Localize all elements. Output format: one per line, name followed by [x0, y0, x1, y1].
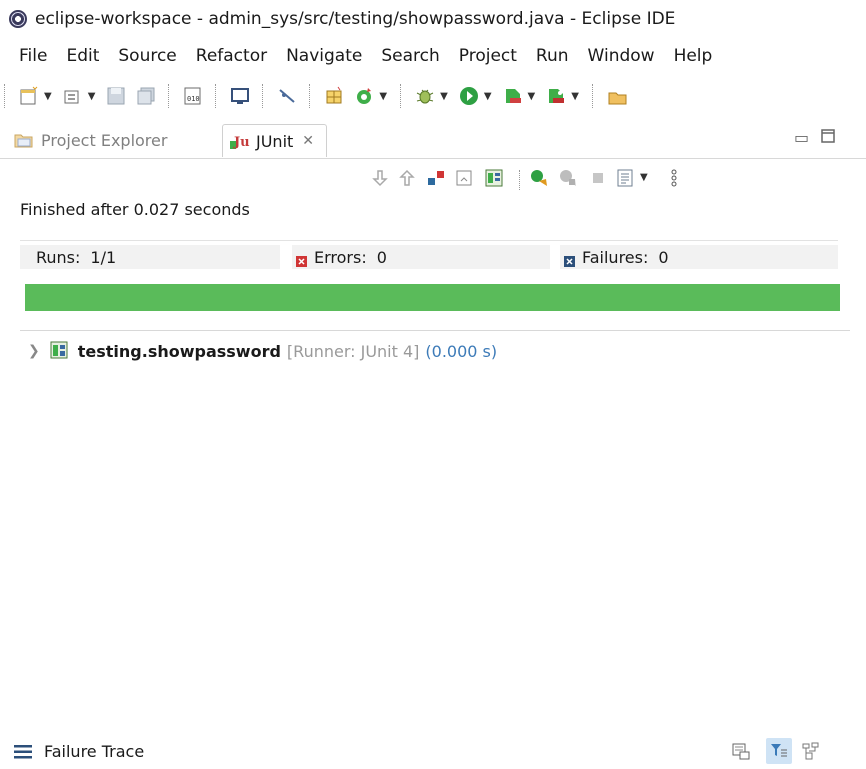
runs-label: Runs: [36, 247, 81, 267]
new-package-icon[interactable] [60, 83, 86, 109]
main-toolbar: ▼ ▼ 010 ▼ ▼ ▼ ▼ ▼ [0, 74, 866, 118]
tab-junit[interactable]: Ju JUnit ✕ [222, 124, 328, 157]
previous-failure-icon[interactable] [395, 166, 419, 190]
refresh-dropdown-icon[interactable]: ▼ [379, 91, 387, 102]
new-class-icon[interactable] [321, 83, 347, 109]
error-icon [296, 252, 307, 267]
title-bar: eclipse-workspace - admin_sys/src/testin… [0, 0, 866, 38]
toggle-breakpoint-icon[interactable] [274, 83, 300, 109]
svg-text:010: 010 [187, 95, 200, 103]
view-toolbar-separator [519, 170, 522, 190]
history-icon[interactable] [613, 166, 637, 190]
menu-project[interactable]: Project [459, 46, 517, 66]
new-wizard-dropdown-icon[interactable]: ▼ [44, 91, 52, 102]
open-type-icon[interactable]: 010 [180, 83, 206, 109]
menu-help[interactable]: Help [674, 46, 713, 66]
toolbar-separator [591, 84, 595, 108]
debug-dropdown-icon[interactable]: ▼ [440, 91, 448, 102]
expand-chevron-icon[interactable]: ❯ [28, 343, 40, 359]
failures-counter: Failures: 0 [560, 245, 838, 269]
failures-label: Failures: [582, 247, 649, 267]
window-title: eclipse-workspace - admin_sys/src/testin… [35, 9, 676, 29]
compare-results-icon[interactable] [728, 738, 754, 764]
menu-run[interactable]: Run [536, 46, 569, 66]
tab-project-explorer[interactable]: Project Explorer [14, 124, 167, 156]
new-wizard-icon[interactable] [16, 83, 42, 109]
eclipse-logo-icon [9, 10, 27, 28]
run-dropdown-icon[interactable]: ▼ [484, 91, 492, 102]
toolbar-separator [309, 84, 312, 108]
coverage-dropdown-icon[interactable]: ▼ [571, 91, 579, 102]
test-suite-row[interactable]: ❯ testing.showpassword [Runner: JUnit 4]… [28, 338, 497, 364]
failure-trace-icon [14, 744, 32, 759]
toolbar-separator [262, 84, 265, 108]
external-tools-icon[interactable] [500, 83, 526, 109]
results-divider [20, 330, 850, 331]
test-suite-icon [50, 341, 68, 359]
minimize-icon[interactable]: ▭ [794, 128, 809, 147]
new-package-dropdown-icon[interactable]: ▼ [88, 91, 96, 102]
tab-project-explorer-label: Project Explorer [41, 130, 168, 150]
failures-value: 0 [658, 247, 669, 267]
filter-stack-trace-icon[interactable] [766, 738, 792, 764]
console-icon[interactable] [227, 83, 253, 109]
junit-icon: Ju [230, 135, 250, 150]
next-failure-icon[interactable] [368, 166, 392, 190]
test-progress-fill [25, 284, 840, 311]
view-tab-strip: Project Explorer Ju JUnit ✕ [0, 120, 866, 159]
project-explorer-icon [14, 134, 33, 148]
menu-refactor[interactable]: Refactor [196, 46, 267, 66]
toolbar-separator [4, 84, 7, 108]
menu-navigate[interactable]: Navigate [286, 46, 362, 66]
history-dropdown-icon[interactable]: ▼ [640, 172, 648, 183]
save-all-icon[interactable] [133, 83, 159, 109]
runs-value: 1/1 [90, 247, 117, 267]
errors-value: 0 [376, 247, 387, 267]
tab-junit-label: JUnit [256, 131, 294, 151]
test-suite-name: testing.showpassword [77, 341, 281, 361]
run-icon[interactable] [456, 83, 482, 109]
menu-window[interactable]: Window [588, 46, 655, 66]
save-icon[interactable] [103, 83, 129, 109]
close-icon[interactable]: ✕ [302, 133, 314, 149]
perspective-icon[interactable] [604, 83, 630, 109]
view-menu-icon[interactable] [662, 166, 686, 190]
test-counters: Runs: 1/1 Errors: 0 Failures: 0 [20, 240, 838, 271]
stop-icon[interactable] [586, 166, 610, 190]
external-tools-dropdown-icon[interactable]: ▼ [528, 91, 536, 102]
runs-counter: Runs: 1/1 [20, 245, 280, 269]
coverage-icon[interactable] [543, 83, 569, 109]
scroll-lock-icon[interactable] [452, 166, 476, 190]
toolbar-separator [168, 84, 171, 108]
copy-trace-icon[interactable] [798, 738, 824, 764]
layout-icon[interactable] [482, 166, 506, 190]
rerun-failed-first-icon[interactable] [556, 166, 580, 190]
test-runner-label: [Runner: JUnit 4] [286, 341, 420, 361]
toolbar-separator [400, 84, 403, 108]
menu-source[interactable]: Source [118, 46, 176, 66]
failure-trace-bar: Failure Trace [0, 734, 866, 769]
rerun-test-icon[interactable] [527, 166, 551, 190]
junit-view-toolbar: ▼ [0, 162, 866, 196]
failure-trace-label: Failure Trace [44, 742, 145, 761]
test-progress-bar [25, 284, 840, 311]
menu-edit[interactable]: Edit [66, 46, 99, 66]
menu-bar: File Edit Source Refactor Navigate Searc… [0, 38, 866, 74]
test-duration: (0.000 s) [425, 341, 498, 361]
errors-counter: Errors: 0 [292, 245, 550, 269]
menu-file[interactable]: File [19, 46, 47, 66]
show-failures-only-icon[interactable] [424, 166, 448, 190]
refresh-icon[interactable] [351, 83, 377, 109]
menu-search[interactable]: Search [381, 46, 439, 66]
debug-icon[interactable] [412, 83, 438, 109]
toolbar-separator [215, 84, 218, 108]
errors-label: Errors: [314, 247, 367, 267]
failure-icon [564, 252, 575, 267]
svg-text:Ju: Ju [233, 135, 250, 150]
run-status-text: Finished after 0.027 seconds [20, 200, 250, 219]
maximize-icon[interactable] [821, 128, 835, 147]
